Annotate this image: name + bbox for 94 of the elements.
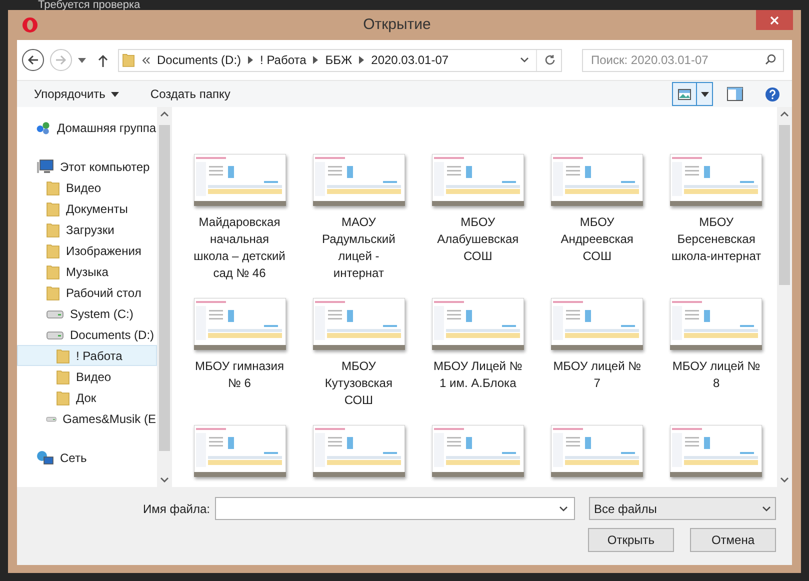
caret-icon bbox=[700, 92, 708, 96]
search-field[interactable]: Поиск: 2020.03.01-07 bbox=[582, 48, 784, 72]
scroll-up-icon[interactable] bbox=[160, 111, 169, 117]
drive-icon bbox=[46, 328, 64, 340]
nav-item[interactable]: Домашняя группа bbox=[17, 117, 157, 138]
breadcrumb[interactable]: ББЖ bbox=[325, 51, 352, 69]
double-chevron-icon[interactable] bbox=[142, 56, 150, 64]
filename-field[interactable] bbox=[215, 497, 575, 520]
nav-item[interactable]: ! Работа bbox=[17, 345, 157, 366]
nav-item[interactable]: Рабочий стол bbox=[17, 282, 157, 303]
drive-icon bbox=[46, 308, 64, 320]
scroll-down-icon[interactable] bbox=[780, 477, 789, 483]
folder-icon bbox=[46, 242, 60, 258]
breadcrumb-separator-icon bbox=[359, 56, 364, 64]
scrollbar[interactable] bbox=[777, 107, 792, 487]
folder-icon bbox=[46, 264, 60, 280]
nav-item[interactable]: Этот компьютер bbox=[17, 156, 157, 177]
help-icon[interactable] bbox=[765, 86, 780, 102]
window-title: Открытие bbox=[363, 14, 431, 35]
folder-icon bbox=[46, 180, 60, 196]
background-text: Требуется проверка bbox=[38, 0, 140, 10]
preview-pane-icon[interactable] bbox=[727, 87, 743, 101]
computer-icon bbox=[36, 158, 54, 174]
nav-item[interactable]: Изображения bbox=[17, 240, 157, 261]
folder-icon bbox=[46, 222, 60, 238]
breadcrumb[interactable]: ! Работа bbox=[260, 51, 306, 69]
breadcrumb-separator-icon bbox=[313, 56, 318, 64]
nav-item[interactable]: Док bbox=[17, 387, 157, 408]
folder-icon bbox=[122, 52, 135, 68]
organize-button[interactable]: Упорядочить bbox=[34, 85, 120, 103]
address-bar[interactable]: Documents (D:) ! Работа ББЖ 2020.03.01-07 bbox=[118, 48, 562, 72]
file-name: МБОУ лицей № 7 bbox=[552, 358, 642, 392]
filename-label: Имя файла: bbox=[143, 500, 210, 518]
scroll-up-icon[interactable] bbox=[780, 111, 789, 117]
nav-item[interactable]: Documents (D:) bbox=[17, 324, 157, 345]
nav-item[interactable]: Видео bbox=[17, 177, 157, 198]
open-button[interactable]: Открыть bbox=[588, 528, 674, 552]
caret-icon bbox=[111, 92, 120, 96]
chevron-down-icon[interactable] bbox=[520, 57, 529, 63]
refresh-icon[interactable] bbox=[544, 54, 556, 66]
folder-icon bbox=[46, 284, 60, 300]
nav-item[interactable]: Видео bbox=[17, 366, 157, 387]
new-folder-button[interactable]: Создать папку bbox=[150, 85, 230, 103]
close-icon bbox=[770, 16, 779, 24]
breadcrumb[interactable]: Documents (D:) bbox=[157, 51, 242, 69]
file-name: МБОУ Кутузовская СОШ bbox=[324, 358, 394, 409]
nav-item[interactable]: Загрузки bbox=[17, 219, 157, 240]
file-item[interactable]: Майдаровская начальная школа – детский сад № 46 bbox=[181, 154, 298, 282]
folder-icon bbox=[46, 200, 60, 216]
file-item[interactable]: МБОУ Кутузовская СОШ bbox=[300, 298, 418, 409]
file-name: МБОУ Алабушевская СОШ bbox=[436, 214, 520, 265]
cancel-button[interactable]: Отмена bbox=[690, 528, 776, 552]
folder-icon bbox=[56, 390, 70, 406]
file-item[interactable]: МБОУ лицей № 7 bbox=[538, 298, 656, 409]
forward-arrow-icon bbox=[55, 55, 67, 65]
file-item[interactable]: МБОУ Берсеневская школа-интернат bbox=[658, 154, 775, 282]
file-item[interactable]: МБОУ гимназия № 6 bbox=[181, 298, 298, 409]
file-name: МБОУ гимназия № 6 bbox=[194, 358, 285, 392]
folder-icon bbox=[56, 368, 70, 384]
chevron-down-icon bbox=[559, 506, 568, 512]
nav-item[interactable]: System (C:) bbox=[17, 303, 157, 324]
file-name: МБОУ Андреевская СОШ bbox=[560, 214, 634, 265]
folder-icon bbox=[56, 348, 70, 364]
breadcrumb-separator-icon bbox=[248, 56, 254, 64]
nav-item[interactable]: Музыка bbox=[17, 261, 157, 282]
close-button[interactable] bbox=[756, 10, 793, 30]
app-logo-icon bbox=[22, 17, 38, 33]
scroll-down-icon[interactable] bbox=[160, 477, 169, 483]
breadcrumb[interactable]: 2020.03.01-07 bbox=[371, 51, 449, 69]
scrollbar[interactable] bbox=[157, 107, 172, 487]
network-icon bbox=[36, 450, 54, 466]
dropdown-caret-icon[interactable] bbox=[78, 58, 86, 62]
file-item[interactable]: МБОУ Андреевская СОШ bbox=[538, 154, 656, 282]
file-type-dropdown[interactable]: Все файлы bbox=[589, 497, 776, 520]
file-name: МБОУ лицей № 8 bbox=[671, 358, 762, 392]
file-item[interactable]: МБОУ Лицей № 1 им. А.Блока bbox=[419, 298, 536, 409]
back-button[interactable] bbox=[22, 49, 44, 71]
picture-icon bbox=[678, 88, 691, 100]
file-name: МБОУ Берсеневская школа-интернат bbox=[670, 214, 762, 265]
file-item[interactable]: МАОУ Радумльский лицей - интернат bbox=[300, 154, 418, 282]
nav-item[interactable]: Games&Musik (E bbox=[17, 408, 157, 429]
file-item[interactable]: МБОУ лицей № 8 bbox=[658, 298, 775, 409]
nav-item[interactable]: Документы bbox=[17, 198, 157, 219]
chevron-down-icon bbox=[762, 506, 771, 512]
file-name: МБОУ Лицей № 1 им. А.Блока bbox=[432, 358, 524, 392]
nav-item[interactable]: Сеть bbox=[17, 447, 157, 468]
back-arrow-icon bbox=[27, 55, 39, 65]
search-icon bbox=[765, 54, 776, 65]
homegroup-icon bbox=[36, 120, 51, 136]
file-item[interactable]: МБОУ Алабушевская СОШ bbox=[419, 154, 536, 282]
up-arrow-icon[interactable] bbox=[98, 54, 108, 66]
file-name: МАОУ Радумльский лицей - интернат bbox=[321, 214, 396, 282]
file-name: Майдаровская начальная школа – детский сад № 46 bbox=[192, 214, 286, 282]
view-button[interactable] bbox=[672, 82, 713, 106]
